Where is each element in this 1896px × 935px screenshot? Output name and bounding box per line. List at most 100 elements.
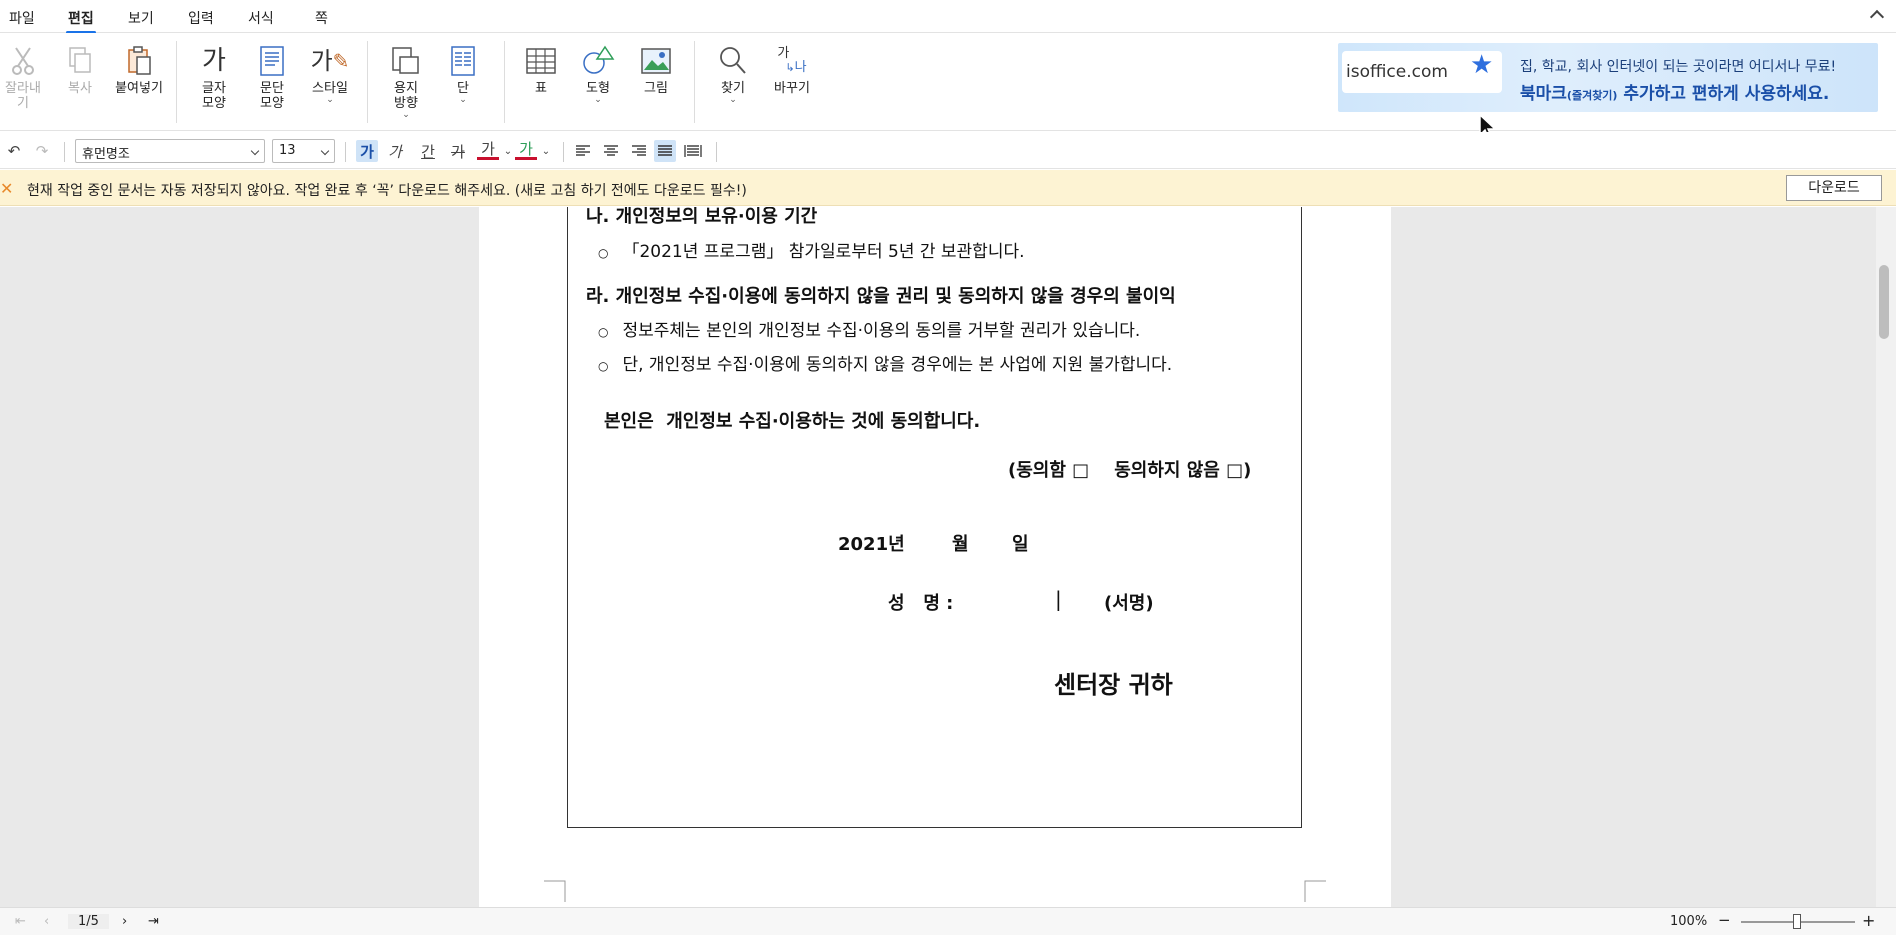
table-button[interactable]: 표 bbox=[524, 43, 558, 96]
chevron-down-icon: ⌄ bbox=[459, 95, 467, 105]
brush-icon: ✎ bbox=[332, 48, 350, 73]
para-shape-label-2: 모양 bbox=[260, 96, 284, 111]
style-icon: 가 ✎ bbox=[311, 43, 350, 79]
para-shape-button[interactable]: 문단 모양 bbox=[254, 43, 290, 111]
page-indicator[interactable]: 1/5 bbox=[68, 914, 109, 929]
signature-label: (서명) bbox=[1104, 593, 1154, 614]
format-separator bbox=[345, 142, 346, 162]
chevron-down-icon: ⌄ bbox=[402, 110, 410, 120]
align-justify-icon[interactable] bbox=[654, 140, 676, 162]
menu-file[interactable]: 파일 bbox=[9, 8, 35, 28]
ribbon-separator bbox=[694, 41, 695, 123]
underline-button[interactable]: 간 bbox=[417, 140, 439, 162]
replace-button[interactable]: 가 ↳나 바꾸기 bbox=[770, 43, 814, 97]
text-cursor: | bbox=[1055, 587, 1062, 611]
align-right-icon[interactable] bbox=[628, 140, 650, 162]
list-item: ○ 「2021년 프로그램」 참가일로부터 5년 간 보관합니다. bbox=[598, 242, 1025, 262]
replace-label: 바꾸기 bbox=[774, 81, 810, 96]
table-label: 표 bbox=[535, 81, 547, 96]
bullet-text: 정보주체는 본인의 개인정보 수집·이용의 동의를 거부할 권리가 있습니다. bbox=[622, 321, 1141, 341]
replace-icon: 가 ↳나 bbox=[777, 43, 806, 79]
document-workspace[interactable]: 나. 개인정보의 보유·이용 기간 ○ 「2021년 프로그램」 참가일로부터 5… bbox=[0, 207, 1896, 907]
menu-view[interactable]: 보기 bbox=[128, 8, 154, 28]
search-icon bbox=[718, 43, 748, 79]
redo-icon[interactable]: ↷ bbox=[31, 140, 53, 162]
list-item: ○ 정보주체는 본인의 개인정보 수집·이용의 동의를 거부할 권리가 있습니다. bbox=[598, 321, 1141, 341]
first-page-icon[interactable]: ⇤ bbox=[15, 914, 26, 929]
align-left-icon[interactable] bbox=[572, 140, 594, 162]
copy-icon bbox=[66, 43, 94, 79]
copy-button[interactable]: 복사 bbox=[62, 43, 98, 96]
bookmark-ad-banner[interactable]: isoffice.com ★ 집, 학교, 회사 인터넷이 되는 곳이라면 어디… bbox=[1338, 43, 1878, 112]
image-icon bbox=[640, 43, 672, 79]
close-icon[interactable]: ✕ bbox=[0, 179, 13, 198]
find-button[interactable]: 찾기 ⌄ bbox=[716, 43, 750, 105]
font-family-select[interactable]: 휴먼명조 bbox=[75, 139, 265, 163]
font-color-button[interactable]: 가 bbox=[477, 140, 499, 160]
zoom-in-button[interactable]: + bbox=[1862, 911, 1875, 930]
paper-icon bbox=[390, 43, 422, 79]
image-button[interactable]: 그림 bbox=[638, 43, 674, 96]
heading-retention-period: 나. 개인정보의 보유·이용 기간 bbox=[586, 207, 818, 227]
distribute-icon[interactable] bbox=[682, 140, 704, 162]
next-page-icon[interactable]: › bbox=[122, 914, 127, 929]
italic-button[interactable]: 가 bbox=[384, 140, 406, 162]
scissors-icon bbox=[10, 43, 36, 79]
paper-orientation-button[interactable]: 용지 방향 ⌄ bbox=[388, 43, 424, 120]
ribbon-separator bbox=[176, 41, 177, 123]
style-button[interactable]: 가 ✎ 스타일 ⌄ bbox=[308, 43, 352, 105]
undo-icon[interactable]: ↶ bbox=[3, 140, 25, 162]
bullet-text: 단, 개인정보 수집·이용에 동의하지 않을 경우에는 본 사업에 지원 불가합… bbox=[622, 355, 1173, 375]
ribbon-toolbar: 잘라내기 복사 붙여넣기 가 글자 모양 문단 모양 가 ✎ 스타일 ⌄ 용지 … bbox=[0, 33, 1896, 140]
para-shape-label-1: 문단 bbox=[260, 81, 284, 96]
style-label: 스타일 bbox=[312, 81, 348, 96]
document-page[interactable]: 나. 개인정보의 보유·이용 기간 ○ 「2021년 프로그램」 참가일로부터 5… bbox=[479, 207, 1391, 907]
menu-format[interactable]: 서식 bbox=[248, 8, 274, 28]
bold-button[interactable]: 가 bbox=[356, 140, 378, 162]
ad-callout: 북마크(즐겨찾기) 추가하고 편하게 사용하세요. bbox=[1520, 79, 1829, 104]
font-family-value: 휴먼명조 bbox=[82, 147, 130, 162]
paste-button[interactable]: 붙여넣기 bbox=[112, 43, 166, 96]
ad-headline: 집, 학교, 회사 인터넷이 되는 곳이라면 어디서나 무료! bbox=[1520, 59, 1837, 75]
menu-page[interactable]: 쪽 bbox=[315, 8, 328, 28]
shapes-icon bbox=[581, 43, 615, 79]
download-button[interactable]: 다운로드 bbox=[1786, 175, 1882, 201]
last-page-icon[interactable]: ⇥ bbox=[148, 914, 159, 929]
column-label: 단 bbox=[457, 81, 469, 96]
consent-statement: 본인은 개인정보 수집·이용하는 것에 동의합니다. bbox=[604, 411, 981, 432]
replace-icon-from: 가 bbox=[777, 46, 790, 61]
cut-button[interactable]: 잘라내기 bbox=[0, 43, 46, 111]
char-shape-button[interactable]: 가 글자 모양 bbox=[196, 43, 232, 112]
font-size-value: 13 bbox=[279, 143, 296, 158]
chevron-down-icon: ⌄ bbox=[729, 95, 737, 105]
align-center-icon[interactable] bbox=[600, 140, 622, 162]
date-year: 2021년 bbox=[838, 534, 905, 555]
column-button[interactable]: 단 ⌄ bbox=[448, 43, 478, 105]
zoom-slider-thumb[interactable] bbox=[1793, 914, 1801, 929]
char-shape-label-1: 글자 bbox=[202, 81, 226, 96]
autosave-notice-bar: ✕ 현재 작업 중인 문서는 자동 저장되지 않아요. 작업 완료 후 ‘꼭’ … bbox=[0, 170, 1896, 206]
menu-edit[interactable]: 편집 bbox=[66, 8, 96, 34]
highlight-color-button[interactable]: 가 bbox=[515, 140, 537, 160]
scrollbar-thumb[interactable] bbox=[1879, 265, 1889, 339]
star-icon: ★ bbox=[1470, 50, 1494, 80]
shape-button[interactable]: 도형 ⌄ bbox=[580, 43, 616, 105]
crop-mark-icon bbox=[544, 880, 566, 902]
date-month: 월 bbox=[952, 534, 969, 555]
chevron-down-icon bbox=[320, 146, 330, 156]
heading-right-to-refuse: 라. 개인정보 수집·이용에 동의하지 않을 권리 및 동의하지 않을 경우의 … bbox=[586, 286, 1176, 307]
strikethrough-button[interactable]: 가 bbox=[447, 140, 469, 162]
chevron-down-icon[interactable]: ⌄ bbox=[535, 140, 557, 162]
zoom-out-button[interactable]: − bbox=[1718, 911, 1731, 929]
format-separator bbox=[563, 142, 564, 162]
ribbon-separator bbox=[367, 41, 368, 123]
crop-mark-icon bbox=[1304, 880, 1326, 902]
table-icon bbox=[525, 43, 557, 79]
prev-page-icon[interactable]: ‹ bbox=[44, 914, 49, 929]
chevron-down-icon: ⌄ bbox=[326, 95, 334, 105]
font-size-select[interactable]: 13 bbox=[272, 139, 335, 163]
collapse-ribbon-icon[interactable] bbox=[1869, 9, 1885, 25]
copy-label: 복사 bbox=[68, 81, 92, 96]
addressee: 센터장 귀하 bbox=[1054, 671, 1173, 699]
menu-insert[interactable]: 입력 bbox=[188, 8, 214, 28]
